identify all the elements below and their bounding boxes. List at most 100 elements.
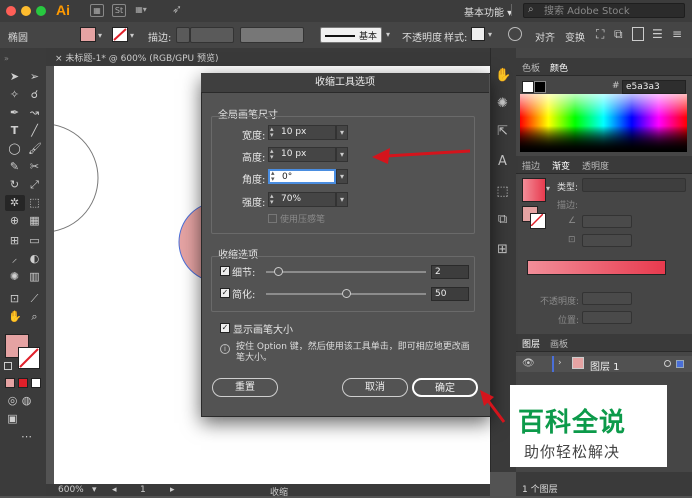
align-link[interactable]: 对齐: [535, 29, 555, 44]
chevron-down-icon[interactable]: ▾: [92, 485, 97, 495]
white-swatch[interactable]: [522, 81, 534, 93]
panel-menu-icon[interactable]: ≡: [672, 27, 682, 41]
type-tool-icon[interactable]: T: [8, 124, 21, 137]
zoom-tool-icon[interactable]: ⌕: [28, 310, 41, 323]
pressure-pen-checkbox[interactable]: [268, 214, 277, 223]
gradient-type-dropdown[interactable]: [582, 178, 686, 192]
tab-color[interactable]: 颜色: [550, 61, 568, 74]
ellipse-tool-icon[interactable]: ◯: [8, 142, 21, 155]
chevron-down-icon[interactable]: ▾: [130, 31, 134, 40]
align-panel-icon[interactable]: ⊞: [495, 242, 510, 257]
chevron-down-icon[interactable]: ▾: [488, 30, 492, 39]
slice-tool-icon[interactable]: ⟋: [28, 292, 41, 305]
selection-indicator[interactable]: [676, 360, 684, 368]
detail-value[interactable]: 2: [431, 265, 469, 279]
zoom-level[interactable]: 600%: [58, 485, 84, 495]
default-colors-icon[interactable]: [4, 362, 12, 370]
recolor-artwork-icon[interactable]: [508, 27, 522, 41]
free-transform-tool-icon[interactable]: ⬚: [28, 196, 41, 209]
fill-swatch[interactable]: [80, 27, 96, 42]
shaper-tool-icon[interactable]: ✎: [8, 160, 21, 173]
direct-selection-tool-icon[interactable]: ➢: [28, 70, 41, 83]
export-icon[interactable]: ⇱: [495, 124, 510, 139]
stroke-swatch[interactable]: [112, 27, 128, 42]
symbol-sprayer-tool-icon[interactable]: ✺: [8, 270, 21, 283]
previous-artboard-icon[interactable]: ◂: [112, 485, 117, 495]
intensity-field[interactable]: 70%: [268, 192, 336, 207]
eye-icon[interactable]: 👁: [522, 358, 535, 369]
blend-tool-icon[interactable]: ◐: [28, 252, 41, 265]
gradient-angle-field[interactable]: [582, 215, 632, 228]
angle-field[interactable]: 0°: [268, 169, 336, 184]
rotate-tool-icon[interactable]: ↻: [8, 178, 21, 191]
simplify-checkbox[interactable]: ✓: [220, 288, 230, 298]
tab-stroke[interactable]: 描边: [522, 159, 540, 172]
character-icon[interactable]: A: [495, 154, 510, 169]
bridge-icon[interactable]: ▦: [90, 4, 104, 17]
simplify-value[interactable]: 50: [431, 287, 469, 301]
detail-checkbox[interactable]: ✓: [220, 266, 230, 276]
screen-mode-icon[interactable]: ▣: [6, 412, 19, 425]
column-graph-tool-icon[interactable]: ▥: [28, 270, 41, 283]
detail-slider[interactable]: [266, 271, 426, 273]
stock-search-input[interactable]: 搜索 Adobe Stock: [523, 3, 685, 18]
lasso-tool-icon[interactable]: ☌: [28, 88, 41, 101]
hex-color-input[interactable]: e5a3a3: [622, 80, 686, 94]
stock-icon[interactable]: St: [112, 4, 126, 17]
simplify-slider-handle[interactable]: [341, 289, 351, 298]
target-icon[interactable]: [664, 360, 671, 367]
document-tab[interactable]: × 未标题-1* @ 600% (RGB/GPU 预览): [55, 51, 219, 64]
angle-stepper-icon[interactable]: ▴ ▾: [271, 170, 275, 183]
tab-artboards[interactable]: 画板: [550, 337, 568, 350]
artboard-number[interactable]: 1: [140, 485, 146, 495]
width-dropdown[interactable]: ▾: [336, 125, 348, 140]
graphic-style-swatch[interactable]: [471, 27, 485, 41]
ellipse-outline[interactable]: [54, 124, 99, 232]
transform-panel-icon[interactable]: ⬚: [495, 184, 510, 199]
paintbrush-tool-icon[interactable]: 🖌: [28, 142, 42, 155]
width-field[interactable]: 10 px: [268, 125, 336, 140]
chevron-down-icon[interactable]: ▾: [386, 30, 390, 39]
cancel-button[interactable]: 取消: [342, 378, 408, 397]
artboard-tool-icon[interactable]: ⊡: [8, 292, 21, 305]
close-icon[interactable]: ×: [55, 54, 63, 64]
shape-builder-tool-icon[interactable]: ⊕: [8, 214, 21, 227]
pathfinder-icon[interactable]: ⧉: [495, 212, 510, 227]
puppet-warp-icon[interactable]: ✋: [495, 68, 511, 83]
document-setup-icon[interactable]: [632, 27, 644, 41]
arrange-documents-icon[interactable]: ▦▾: [134, 4, 148, 17]
gradient-slider[interactable]: [527, 260, 666, 275]
toolbar-stroke-swatch[interactable]: [18, 347, 40, 369]
reset-button[interactable]: 重置: [212, 378, 278, 397]
gradient-aspect-field[interactable]: [582, 234, 632, 247]
gpu-performance-icon[interactable]: ➶: [170, 3, 184, 17]
tab-layers[interactable]: 图层: [522, 337, 540, 350]
width-stepper-icon[interactable]: ▴ ▾: [270, 126, 274, 139]
zoom-window-button[interactable]: [36, 6, 46, 16]
none-mode-icon[interactable]: [31, 378, 41, 388]
expand-chevron-icon[interactable]: ›: [558, 358, 562, 368]
gradient-position-field[interactable]: [582, 311, 632, 324]
height-stepper-icon[interactable]: ▴ ▾: [270, 148, 274, 161]
curvature-tool-icon[interactable]: ↝: [28, 106, 41, 119]
minimize-window-button[interactable]: [21, 6, 31, 16]
brush-definition-dropdown[interactable]: 基本: [320, 27, 382, 43]
chevron-down-icon[interactable]: ▾: [546, 184, 550, 193]
height-field[interactable]: 10 px: [268, 147, 336, 162]
select-similar-icon[interactable]: ⧉: [614, 27, 623, 42]
next-artboard-icon[interactable]: ▸: [170, 485, 175, 495]
line-tool-icon[interactable]: ╱: [28, 124, 41, 137]
transform-link[interactable]: 变换: [565, 29, 585, 44]
gradient-mode-icon[interactable]: [18, 378, 28, 388]
angle-dropdown[interactable]: ▾: [336, 169, 348, 184]
gradient-stroke-swatch[interactable]: [530, 213, 546, 229]
show-brush-size-checkbox[interactable]: ✓: [220, 323, 230, 333]
magic-wand-tool-icon[interactable]: ✧: [8, 88, 21, 101]
stroke-weight-dropdown[interactable]: [190, 27, 234, 43]
tab-gradient[interactable]: 渐变: [552, 159, 570, 172]
gradient-preview-swatch[interactable]: [522, 178, 546, 202]
brushes-icon[interactable]: ✺: [495, 96, 510, 111]
eyedropper-tool-icon[interactable]: ⸝: [8, 252, 21, 265]
black-swatch[interactable]: [534, 81, 546, 93]
arrange-icon[interactable]: ☰: [652, 27, 663, 41]
